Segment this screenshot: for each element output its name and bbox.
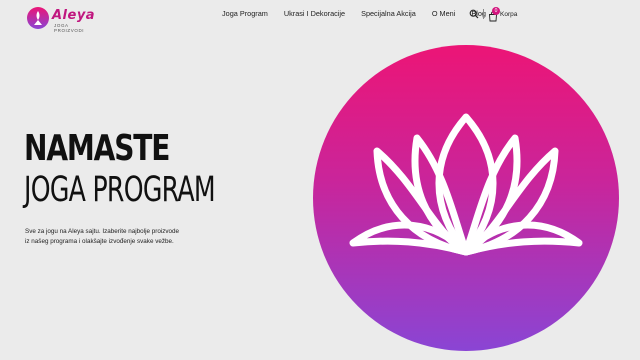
lotus-logo-icon [27,7,49,29]
brand-logo[interactable]: Aleya JOGA PROIZVODI [26,6,96,33]
cart-count-badge: 0 [492,6,500,15]
hero-description: Sve za jogu na Aleya sajtu. Izaberite na… [25,227,225,246]
hero-title-joga-program: JOGA PROGRAM [24,170,216,210]
nav-divider [483,9,484,19]
brand-tagline: JOGA PROIZVODI [54,23,85,33]
hero-title-namaste: NAMASTE [24,128,170,169]
hero-description-line: Sve za jogu na Aleya sajtu. Izaberite na… [25,228,180,235]
main-nav: Joga Program Ukrasi I Dekoracije Specija… [222,9,502,18]
nav-item-specijalna-akcija[interactable]: Specijalna Akcija [361,9,416,18]
cart-label: Korpa [500,10,518,18]
site-header: Aleya JOGA PROIZVODI Joga Program Ukrasi… [0,0,640,36]
nav-item-o-meni[interactable]: O Meni [432,9,456,18]
cart-button[interactable]: 0 Korpa [488,6,518,21]
nav-item-joga-program[interactable]: Joga Program [222,9,268,18]
search-icon[interactable] [469,9,479,19]
hero-description-line: iz našeg programa i olakšajte izvođenje … [25,237,174,245]
brand-name: Aleya [52,8,96,23]
cart-icon: 0 [488,6,500,21]
lotus-illustration-icon [349,113,583,256]
nav-item-ukrasi-dekoracije[interactable]: Ukrasi I Dekoracije [284,9,345,18]
